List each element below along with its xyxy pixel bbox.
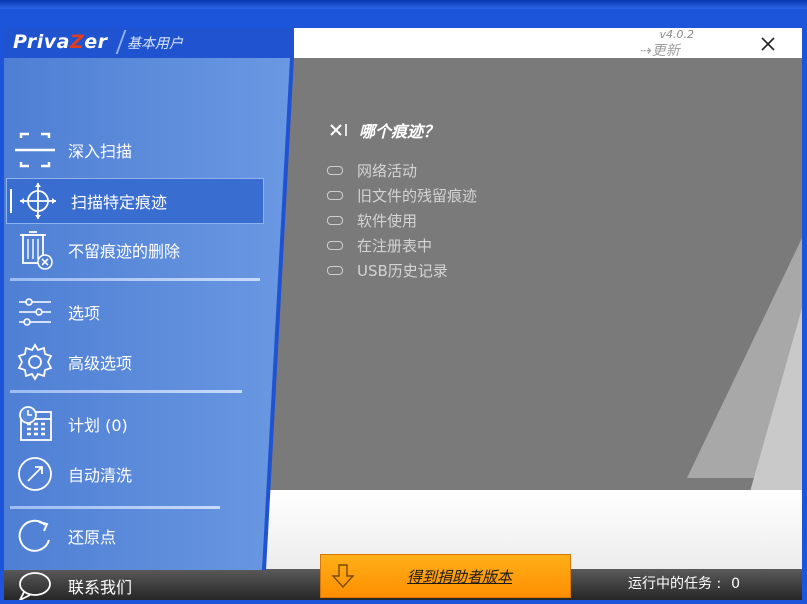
checkbox-icon[interactable]	[327, 166, 343, 175]
sidebar-divider	[10, 278, 260, 281]
close-section-icon[interactable]	[329, 121, 349, 139]
app-logo: PrivaZer	[13, 31, 108, 53]
gear-icon	[12, 340, 58, 384]
selection-marker	[10, 189, 12, 213]
sidebar-item-label: 选项	[68, 304, 101, 323]
download-arrow-icon	[331, 564, 355, 589]
sliders-icon	[12, 290, 58, 334]
edition-label: 基本用户	[127, 36, 183, 52]
option-label: USB历史记录	[357, 262, 448, 280]
tasks-label: 运行中的任务 :	[628, 576, 722, 592]
sidebar-item-auto-clean[interactable]: 自动清洗	[12, 452, 132, 496]
sidebar-item-label: 扫描特定痕迹	[71, 193, 168, 212]
tasks-count: 0	[731, 576, 741, 592]
app-header: PrivaZer 基本用户 v4.0.2 ⇢更新	[4, 28, 802, 60]
section-title-label: 哪个痕迹？	[359, 122, 440, 141]
checkbox-icon[interactable]	[327, 191, 343, 200]
sidebar-item-label: 计划 (0)	[68, 416, 128, 435]
option-label: 在注册表中	[357, 237, 433, 255]
logo-area: PrivaZer 基本用户	[4, 28, 294, 58]
sidebar: 深入扫描 扫描特定痕迹 不留痕迹的删除 选项 高级选项 计划 (0) 自动清洗 …	[4, 58, 302, 600]
update-link[interactable]: ⇢更新	[640, 40, 680, 60]
checkbox-icon[interactable]	[327, 216, 343, 225]
option-software-usage[interactable]: 软件使用	[327, 210, 417, 231]
sidebar-item-label: 深入扫描	[68, 142, 133, 161]
logo-separator	[115, 30, 127, 54]
chat-bubble-icon	[12, 564, 58, 600]
sidebar-item-scan-specific[interactable]: 扫描特定痕迹	[6, 178, 264, 224]
option-old-file-traces[interactable]: 旧文件的残留痕迹	[327, 185, 477, 206]
sidebar-item-restore-point[interactable]: 还原点	[12, 514, 116, 558]
sidebar-item-contact-us[interactable]: 联系我们	[12, 564, 132, 600]
traces-section-title: 哪个痕迹？	[329, 118, 439, 142]
checkbox-icon[interactable]	[327, 241, 343, 250]
option-network-activity[interactable]: 网络活动	[327, 160, 417, 181]
sidebar-item-schedule[interactable]: 计划 (0)	[12, 402, 128, 446]
calendar-icon	[12, 402, 58, 446]
arrow-right-icon: ⇢	[640, 43, 652, 59]
close-button[interactable]	[756, 32, 780, 56]
sidebar-item-label: 不留痕迹的删除	[68, 242, 181, 261]
checkbox-icon[interactable]	[327, 266, 343, 275]
sidebar-divider	[10, 390, 242, 393]
option-label: 网络活动	[357, 162, 418, 180]
option-usb-history[interactable]: USB历史记录	[327, 260, 448, 281]
crosshair-icon	[15, 179, 61, 223]
close-icon	[761, 37, 775, 51]
restore-icon	[12, 514, 58, 558]
donor-version-label: 得到捐助者版本	[407, 568, 513, 586]
app-client: PrivaZer 基本用户 v4.0.2 ⇢更新 深入扫描 扫描特定痕迹 不留痕…	[4, 28, 802, 600]
option-label: 旧文件的残留痕迹	[357, 187, 478, 205]
sidebar-item-label: 还原点	[68, 528, 117, 547]
sidebar-item-label: 自动清洗	[68, 466, 133, 485]
sidebar-item-label: 高级选项	[68, 354, 133, 373]
window-titlebar	[0, 0, 807, 9]
sidebar-item-deep-scan[interactable]: 深入扫描	[12, 128, 132, 172]
scan-frame-icon	[12, 128, 58, 172]
option-label: 软件使用	[357, 212, 418, 230]
option-registry[interactable]: 在注册表中	[327, 235, 432, 256]
donor-version-button[interactable]: 得到捐助者版本	[320, 554, 571, 598]
running-tasks-status: 运行中的任务 : 0	[628, 573, 740, 593]
sidebar-item-advanced-options[interactable]: 高级选项	[12, 340, 132, 384]
sidebar-item-label: 联系我们	[68, 578, 133, 597]
trash-icon	[12, 228, 58, 272]
sidebar-divider	[10, 506, 220, 509]
auto-clean-icon	[12, 452, 58, 496]
sidebar-item-options[interactable]: 选项	[12, 290, 100, 334]
sidebar-item-secure-delete[interactable]: 不留痕迹的删除	[12, 228, 180, 272]
